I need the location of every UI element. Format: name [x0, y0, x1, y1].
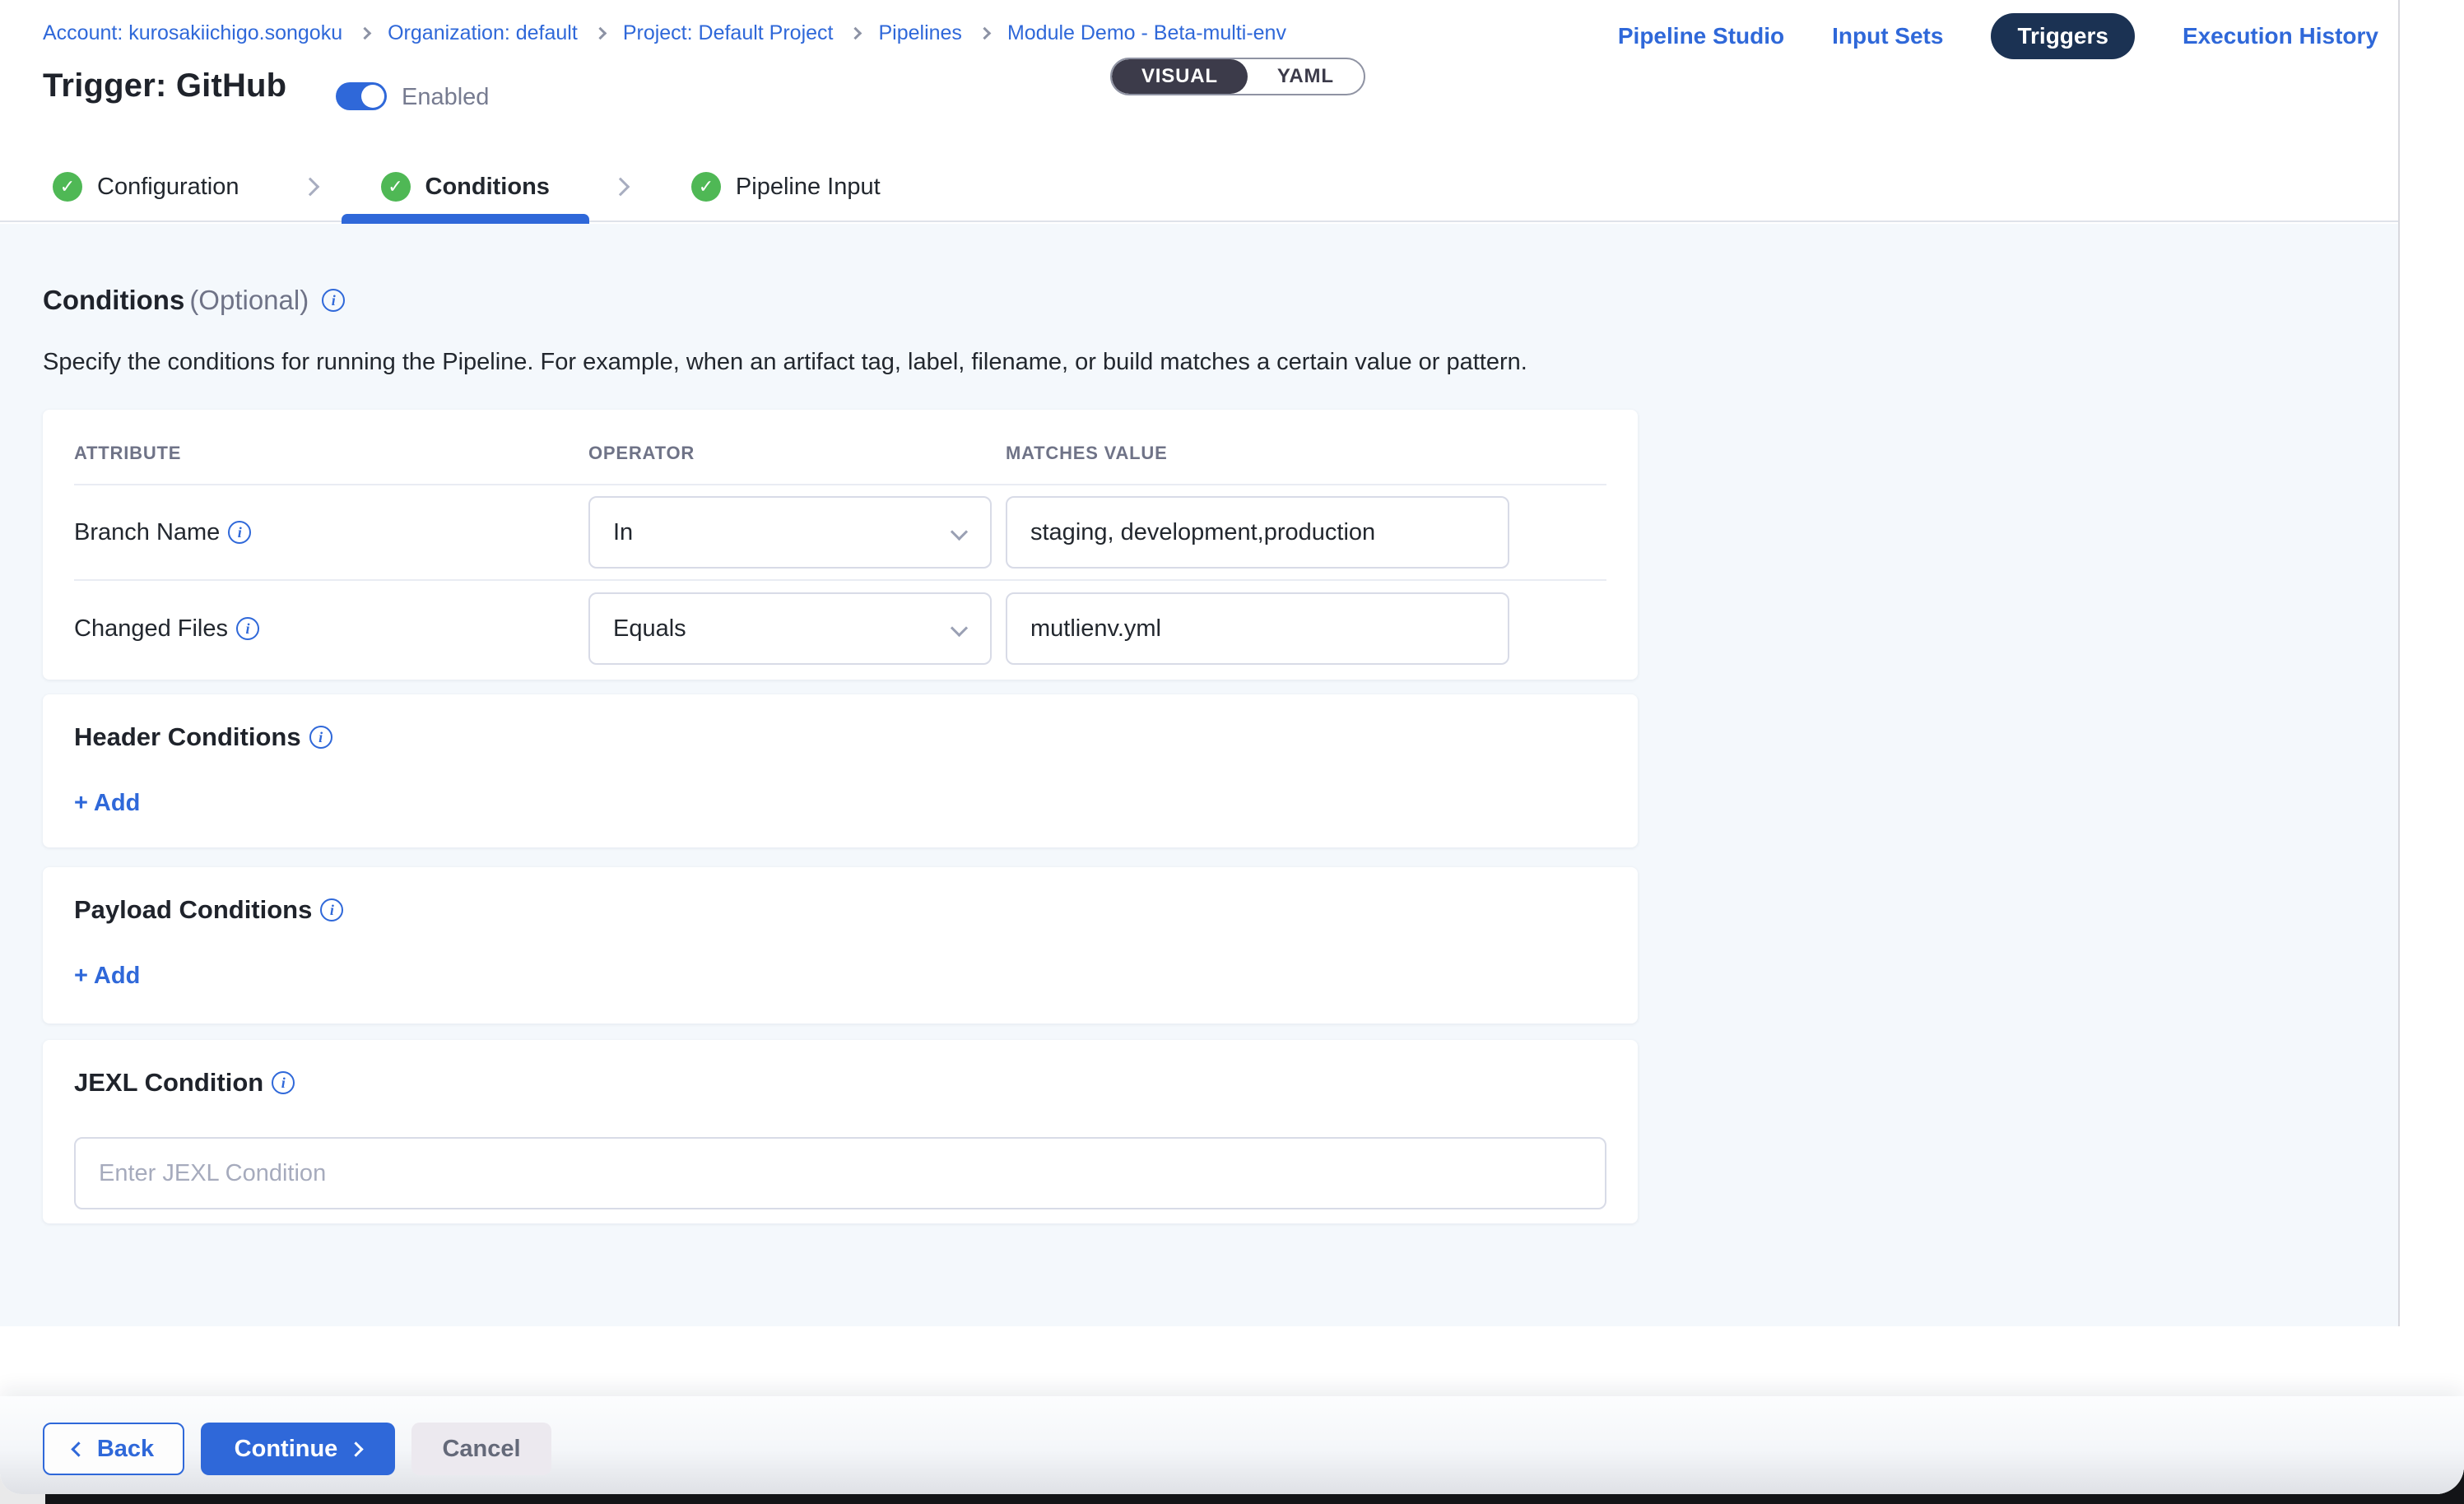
toggle-knob-icon: [361, 85, 384, 108]
conditions-section-heading: Conditions (Optional) i: [43, 285, 345, 316]
info-icon[interactable]: i: [320, 898, 343, 921]
breadcrumb-organization[interactable]: Organization: default: [388, 21, 578, 45]
chevron-right-icon: [349, 1441, 364, 1456]
table-row: Changed Files i Equals: [74, 581, 1606, 676]
payload-conditions-card: Payload Conditions i + Add: [43, 867, 1638, 1024]
tab-configuration-label: Configuration: [97, 174, 239, 201]
table-row: Branch Name i In: [74, 485, 1606, 581]
column-matches-value: MATCHES VALUE: [1006, 443, 1606, 464]
header-conditions-card: Header Conditions i + Add: [43, 694, 1638, 847]
info-icon[interactable]: i: [272, 1071, 295, 1094]
check-icon: ✓: [53, 172, 82, 202]
scrollbar-gutter[interactable]: [2398, 0, 2464, 1396]
page-title: Trigger: GitHub: [43, 67, 286, 104]
matches-value-input-changed-files[interactable]: [1006, 592, 1509, 665]
attribute-changed-files: Changed Files i: [74, 615, 588, 643]
nav-triggers[interactable]: Triggers: [1991, 13, 2134, 59]
chevron-right-icon: [594, 27, 607, 40]
add-payload-condition-button[interactable]: + Add: [74, 963, 140, 990]
nav-execution-history[interactable]: Execution History: [2183, 23, 2378, 49]
chevron-right-icon: [849, 27, 862, 40]
footer-bar: Back Continue Cancel: [0, 1396, 2464, 1494]
chevron-down-icon: [951, 620, 968, 637]
breadcrumb: Account: kurosakiichigo.songoku Organiza…: [43, 21, 1286, 45]
breadcrumb-pipelines[interactable]: Pipelines: [878, 21, 961, 45]
yaml-mode-button[interactable]: YAML: [1248, 59, 1364, 94]
cancel-button-label: Cancel: [442, 1436, 520, 1463]
back-button-label: Back: [97, 1436, 154, 1463]
continue-button-label: Continue: [235, 1436, 338, 1463]
conditions-table-header: ATTRIBUTE OPERATOR MATCHES VALUE: [74, 410, 1606, 485]
back-button[interactable]: Back: [43, 1423, 184, 1475]
continue-button[interactable]: Continue: [201, 1423, 395, 1475]
breadcrumb-account[interactable]: Account: kurosakiichigo.songoku: [43, 21, 342, 45]
jexl-condition-input[interactable]: [74, 1137, 1606, 1209]
operator-select-branch-name[interactable]: In: [588, 496, 992, 569]
conditions-table-card: ATTRIBUTE OPERATOR MATCHES VALUE Branch …: [43, 410, 1638, 680]
payload-conditions-title: Payload Conditions: [74, 895, 312, 925]
info-icon[interactable]: i: [322, 289, 345, 312]
tab-pipeline-input-label: Pipeline Input: [736, 174, 881, 201]
chevron-right-icon: [300, 178, 319, 197]
enabled-label: Enabled: [402, 84, 489, 111]
operator-select-changed-files[interactable]: Equals: [588, 592, 992, 665]
check-icon: ✓: [691, 172, 721, 202]
breadcrumb-pipeline-name[interactable]: Module Demo - Beta-multi-env: [1007, 21, 1286, 45]
enabled-toggle[interactable]: [336, 82, 387, 110]
visual-mode-button[interactable]: VISUAL: [1112, 59, 1248, 94]
header-conditions-title: Header Conditions: [74, 722, 301, 752]
check-icon: ✓: [381, 172, 411, 202]
operator-value: In: [613, 519, 633, 546]
view-mode-switch: VISUAL YAML: [1110, 58, 1365, 95]
optional-label: (Optional): [189, 285, 309, 316]
matches-value-input-branch-name[interactable]: [1006, 496, 1509, 569]
tab-conditions-label: Conditions: [425, 174, 550, 201]
footer-zone: Back Continue Cancel: [0, 1326, 2464, 1494]
attribute-branch-name: Branch Name i: [74, 519, 588, 546]
conditions-panel: Conditions (Optional) i Specify the cond…: [0, 224, 2398, 1326]
jexl-condition-title: JEXL Condition: [74, 1068, 263, 1098]
active-tab-underline: [342, 214, 589, 224]
add-header-condition-button[interactable]: + Add: [74, 790, 140, 817]
nav-pipeline-studio[interactable]: Pipeline Studio: [1618, 23, 1784, 49]
jexl-condition-card: JEXL Condition i: [43, 1040, 1638, 1223]
info-icon[interactable]: i: [236, 617, 259, 640]
chevron-right-icon: [611, 178, 630, 197]
chevron-right-icon: [359, 27, 372, 40]
operator-value: Equals: [613, 615, 686, 643]
column-operator: OPERATOR: [588, 443, 1006, 464]
conditions-title: Conditions: [43, 285, 184, 316]
wizard-tabbar: ✓ Configuration ✓ Conditions ✓ Pipeline …: [0, 153, 2398, 222]
breadcrumb-project[interactable]: Project: Default Project: [623, 21, 834, 45]
footer-buttons: Back Continue Cancel: [43, 1423, 551, 1475]
attribute-label: Branch Name: [74, 519, 220, 546]
info-icon[interactable]: i: [309, 726, 332, 749]
nav-input-sets[interactable]: Input Sets: [1832, 23, 1943, 49]
app-window: Account: kurosakiichigo.songoku Organiza…: [0, 0, 2464, 1494]
chevron-left-icon: [71, 1441, 86, 1456]
chevron-right-icon: [979, 27, 992, 40]
chevron-down-icon: [951, 523, 968, 541]
conditions-description: Specify the conditions for running the P…: [43, 349, 1527, 376]
attribute-label: Changed Files: [74, 615, 228, 643]
info-icon[interactable]: i: [228, 521, 251, 544]
cancel-button[interactable]: Cancel: [411, 1423, 551, 1475]
tab-conditions[interactable]: ✓ Conditions: [381, 153, 550, 220]
pipeline-nav: Pipeline Studio Input Sets Triggers Exec…: [1618, 13, 2378, 59]
column-attribute: ATTRIBUTE: [74, 443, 588, 464]
tab-configuration[interactable]: ✓ Configuration: [53, 153, 239, 220]
tab-pipeline-input[interactable]: ✓ Pipeline Input: [691, 153, 881, 220]
